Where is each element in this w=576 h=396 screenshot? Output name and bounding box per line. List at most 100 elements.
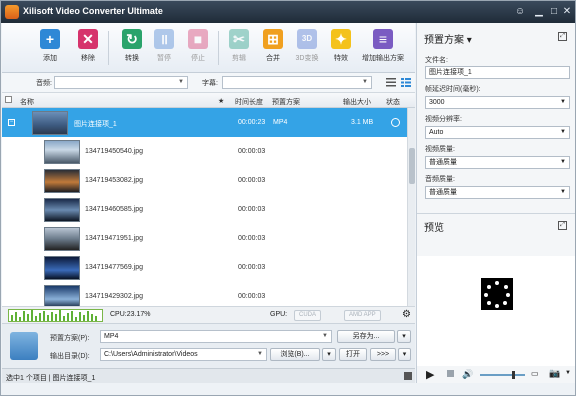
output-dir-label: 输出目录(D): — [50, 353, 90, 360]
table-row[interactable]: 134719460585.jpg 00:00:03 — [2, 195, 407, 224]
detail-view-icon[interactable] — [401, 78, 411, 87]
list-scrollbar[interactable] — [407, 108, 415, 306]
status-text: 选中1 个项目 | 图片连接项_1 — [6, 375, 96, 382]
scrollbar-thumb[interactable] — [409, 148, 415, 184]
chevron-down-icon: ▼ — [257, 351, 263, 357]
table-row[interactable]: 134719477569.jpg 00:00:03 — [2, 253, 407, 282]
app-window: Xilisoft Video Converter Ultimate ☺ ▁ □ … — [0, 0, 576, 396]
right-panel: 预置方案 ▾ ⤢ 文件名: 图片连接项_1 帧延迟时间(毫秒): 3000 ▼ 视… — [416, 23, 575, 383]
subtitle-label: 字幕: — [202, 80, 218, 87]
list-view-icon[interactable] — [386, 78, 396, 87]
x-icon: ✕ — [78, 29, 98, 49]
row-name: 134719460585.jpg — [85, 206, 144, 213]
col-duration[interactable]: 时间长度 — [235, 97, 263, 107]
browse-button[interactable]: 浏览(B)... — [270, 348, 320, 361]
chevron-down-icon: ▼ — [178, 79, 184, 85]
select-all-checkbox[interactable] — [5, 96, 12, 103]
table-row[interactable]: 134719471951.jpg 00:00:03 — [2, 224, 407, 253]
add-button[interactable]: + 添加 — [30, 29, 70, 63]
image-thumbnail — [44, 169, 80, 193]
convert-icon: ↻ — [122, 29, 142, 49]
col-status[interactable]: 状态 — [386, 97, 400, 107]
table-row[interactable]: 134719453082.jpg 00:00:03 — [2, 166, 407, 195]
volume-slider[interactable] — [480, 371, 525, 379]
output-dir-input[interactable]: C:\Users\Administrator\Videos ▼ — [100, 348, 267, 361]
amd-app-badge[interactable]: AMD APP — [344, 310, 381, 321]
row-duration: 00:00:23 — [238, 119, 266, 126]
status-bar: 选中1 个项目 | 图片连接项_1 — [2, 368, 415, 383]
table-row[interactable]: 134719450540.jpg 00:00:03 — [2, 137, 407, 166]
volume-handle[interactable] — [512, 371, 515, 379]
row-size: 3.1 MB — [351, 119, 374, 126]
add-output-profile-button[interactable]: ≡ 增加输出方案 — [360, 29, 406, 63]
effects-button[interactable]: ✦ 特效 — [321, 29, 361, 63]
app-logo-icon — [5, 5, 19, 19]
close-icon[interactable]: ✕ — [559, 4, 575, 19]
expand-icon[interactable]: ⤢ — [558, 32, 567, 41]
subtitle-select[interactable]: ▼ — [222, 76, 372, 89]
audio-quality-select[interactable]: 普通质量 ▼ — [425, 186, 570, 199]
scissors-icon: ✂ — [229, 29, 249, 49]
open-button[interactable]: 打开 — [339, 348, 367, 361]
track-filter-bar: 音频: ▼ 字幕: ▼ — [2, 73, 415, 93]
table-row-group[interactable]: − 图片连接项_1 00:00:23 MP4 3.1 MB — [2, 108, 407, 137]
chevron-down-icon: ▼ — [322, 333, 328, 339]
image-thumbnail — [44, 285, 80, 306]
audio-quality-label: 音频质量: — [425, 176, 455, 183]
magic-wand-icon: ✦ — [331, 29, 351, 49]
col-name[interactable]: 名称 — [20, 97, 34, 107]
row-profile[interactable]: MP4 — [273, 119, 287, 126]
stop-icon[interactable] — [447, 370, 454, 377]
log-icon[interactable] — [404, 372, 412, 380]
profile-panel-title[interactable]: 预置方案 ▾ — [424, 31, 472, 46]
window-title: Xilisoft Video Converter Ultimate — [23, 6, 163, 16]
save-as-dropdown[interactable]: ▾ — [397, 330, 411, 343]
camera-icon[interactable]: 📷 — [549, 368, 560, 379]
cuda-badge[interactable]: CUDA — [294, 310, 322, 321]
stop-icon: ■ — [188, 29, 208, 49]
profile-select[interactable]: MP4 ▼ — [100, 330, 332, 343]
stop-button[interactable]: ■ 停止 — [178, 29, 218, 63]
col-output-size[interactable]: 输出大小 — [343, 97, 371, 107]
browse-dropdown[interactable]: ▾ — [322, 348, 336, 361]
3d-icon: 3D — [297, 29, 317, 49]
user-icon[interactable]: ☺ — [512, 4, 528, 19]
row-duration: 00:00:03 — [238, 177, 266, 184]
output-settings-panel: 预置方案(P): MP4 ▼ 另存为... ▾ 输出目录(D): C:\Users… — [2, 323, 415, 368]
row-name: 134719429302.jpg — [85, 293, 144, 300]
image-thumbnail — [44, 198, 80, 222]
frame-delay-select[interactable]: 3000 ▼ — [425, 96, 570, 109]
video-quality-label: 视频质量: — [425, 146, 455, 153]
audio-select[interactable]: ▼ — [54, 76, 188, 89]
row-name: 134719471951.jpg — [85, 235, 144, 242]
chevron-down-icon[interactable]: ▼ — [565, 370, 571, 376]
gear-icon[interactable]: ⚙ — [402, 309, 411, 320]
image-thumbnail — [44, 140, 80, 164]
more-dropdown[interactable]: ▾ — [398, 348, 411, 361]
video-quality-select[interactable]: 普通质量 ▼ — [425, 156, 570, 169]
row-name: 图片连接项_1 — [74, 121, 117, 128]
table-row[interactable]: 134719429302.jpg 00:00:03 — [2, 282, 407, 306]
volume-icon[interactable]: 🔊 — [462, 369, 473, 380]
minimize-icon[interactable]: ▁ — [531, 4, 547, 19]
player-controls: ▶ 🔊 ▭ 📷 ▼ — [417, 366, 575, 383]
row-duration: 00:00:03 — [238, 235, 266, 242]
save-as-button[interactable]: 另存为... — [337, 330, 395, 343]
play-icon[interactable]: ▶ — [426, 368, 434, 381]
chevron-down-icon: ▼ — [362, 79, 368, 85]
more-button[interactable]: >>> — [370, 348, 396, 361]
expand-icon[interactable]: ⤢ — [558, 221, 567, 230]
screen-icon[interactable]: ▭ — [531, 369, 539, 378]
cpu-usage: CPU:23.17% — [110, 311, 151, 318]
col-star[interactable]: ★ — [218, 97, 224, 105]
image-thumbnail — [44, 227, 80, 251]
filename-input[interactable]: 图片连接项_1 — [425, 66, 570, 79]
filename-label: 文件名: — [425, 57, 448, 64]
collapse-icon[interactable]: − — [8, 119, 15, 126]
main-toolbar: + 添加 ✕ 移除 ↻ 转换 ॥ 暂停 ■ 停止 ✂ 剪辑 ⊞ 合并 3D 3D… — [2, 23, 415, 73]
remove-button[interactable]: ✕ 移除 — [68, 29, 108, 63]
resolution-select[interactable]: Auto ▼ — [425, 126, 570, 139]
row-name: 134719450540.jpg — [85, 148, 144, 155]
row-duration: 00:00:03 — [238, 264, 266, 271]
col-profile[interactable]: 预置方案 — [272, 97, 300, 107]
